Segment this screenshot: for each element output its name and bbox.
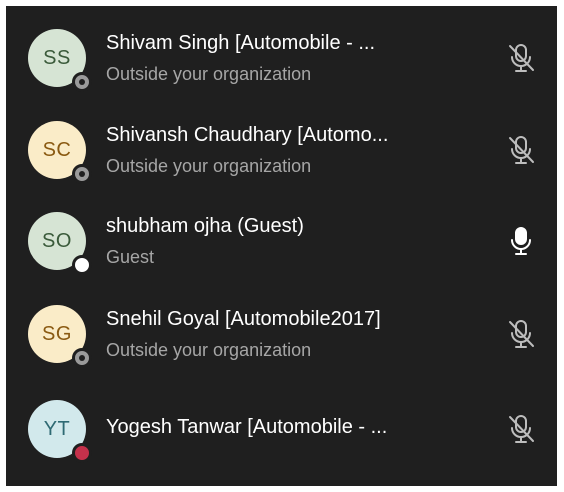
participant-subtitle: Outside your organization bbox=[106, 64, 312, 84]
participant-row[interactable]: YT Yogesh Tanwar [Automobile - ... bbox=[6, 383, 557, 475]
participant-row[interactable]: SG Snehil Goyal [Automobile2017] Outside… bbox=[6, 288, 557, 380]
participants-panel: SS Shivam Singh [Automobile - ... Outsid… bbox=[6, 6, 557, 486]
participant-name: Shivam Singh [Automobile - ... bbox=[106, 32, 376, 54]
participant-name: Snehil Goyal [Automobile2017] bbox=[106, 308, 381, 330]
participant-subtitle: Outside your organization bbox=[106, 340, 312, 360]
mic-off-icon[interactable] bbox=[506, 134, 536, 166]
presence-busy-icon bbox=[72, 443, 92, 463]
participant-row[interactable]: SC Shivansh Chaudhary [Automo... Outside… bbox=[6, 104, 557, 196]
participant-name: shubham ojha (Guest) bbox=[106, 215, 304, 237]
presence-unknown-icon bbox=[72, 348, 92, 368]
mic-off-icon[interactable] bbox=[506, 413, 536, 445]
participant-name: Yogesh Tanwar [Automobile - ... bbox=[106, 416, 388, 438]
mic-off-icon[interactable] bbox=[506, 318, 536, 350]
participant-row[interactable]: SO shubham ojha (Guest) Guest bbox=[6, 195, 557, 287]
presence-unknown-icon bbox=[72, 72, 92, 92]
participant-name: Shivansh Chaudhary [Automo... bbox=[106, 124, 389, 146]
participant-subtitle: Guest bbox=[106, 247, 155, 267]
presence-unknown-icon bbox=[72, 164, 92, 184]
mic-off-icon[interactable] bbox=[506, 42, 536, 74]
presence-available-icon bbox=[72, 255, 92, 275]
participant-subtitle: Outside your organization bbox=[106, 156, 312, 176]
mic-on-icon[interactable] bbox=[506, 225, 536, 257]
participant-row[interactable]: SS Shivam Singh [Automobile - ... Outsid… bbox=[6, 12, 557, 104]
